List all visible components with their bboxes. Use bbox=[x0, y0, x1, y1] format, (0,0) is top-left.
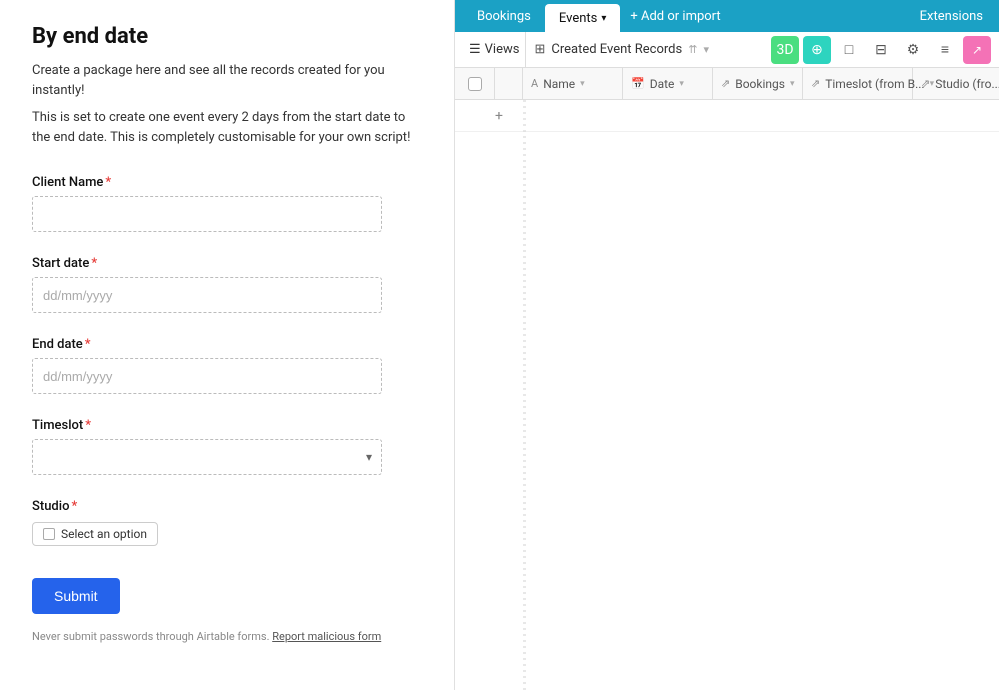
views-toolbar: ☰ Views ⊞ Created Event Records ⇈ ▾ 3D ⊕… bbox=[455, 32, 999, 68]
submit-button[interactable]: Submit bbox=[32, 578, 120, 614]
column-header-timeslot[interactable]: ⇗ Timeslot (from B... ▾ bbox=[803, 68, 913, 99]
chevron-down-icon[interactable]: ▾ bbox=[703, 43, 709, 56]
gear-icon-button[interactable]: ⚙ bbox=[899, 36, 927, 64]
3d-view-icon-button[interactable]: 3D bbox=[771, 36, 799, 64]
column-header-studio[interactable]: ⇗ Studio (fro... ▾ bbox=[913, 68, 999, 99]
start-date-label: Start date* bbox=[32, 256, 422, 271]
end-date-group: End date* bbox=[32, 337, 422, 394]
lookup-field-icon: ⇗ bbox=[811, 77, 820, 90]
select-all-checkbox[interactable] bbox=[455, 68, 495, 99]
client-name-group: Client Name* bbox=[32, 175, 422, 232]
page-title: By end date bbox=[32, 24, 422, 49]
chart-icon-button[interactable]: ⊟ bbox=[867, 36, 895, 64]
start-date-group: Start date* bbox=[32, 256, 422, 313]
client-name-input[interactable] bbox=[32, 196, 382, 232]
studio-group: Studio* Select an option bbox=[32, 499, 422, 546]
timeslot-select-wrapper: ▾ bbox=[32, 439, 382, 475]
timeslot-label: Timeslot* bbox=[32, 418, 422, 433]
studio-select-option[interactable]: Select an option bbox=[32, 522, 158, 546]
share-icon[interactable]: ⇈ bbox=[688, 43, 697, 56]
column-header-date[interactable]: 📅 Date ▾ bbox=[623, 68, 713, 99]
toolbar-icons: 3D ⊕ □ ⊟ ⚙ ≡ ↗ bbox=[771, 36, 991, 64]
studio-label: Studio* bbox=[32, 499, 422, 514]
view-name[interactable]: Created Event Records bbox=[551, 42, 682, 57]
end-date-input[interactable] bbox=[32, 358, 382, 394]
timeslot-group: Timeslot* ▾ bbox=[32, 418, 422, 475]
views-button[interactable]: ☰ Views bbox=[463, 32, 526, 67]
share-external-icon-button[interactable]: ↗ bbox=[963, 36, 991, 64]
report-malicious-link[interactable]: Report malicious form bbox=[272, 630, 381, 643]
description-2: This is set to create one event every 2 … bbox=[32, 108, 422, 147]
row-area: + bbox=[455, 100, 999, 690]
top-tabs: Bookings Events ▾ + Add or import Extens… bbox=[455, 0, 999, 32]
client-name-label: Client Name* bbox=[32, 175, 422, 190]
gallery-view-icon-button[interactable]: □ bbox=[835, 36, 863, 64]
link-field-icon: ⇗ bbox=[721, 77, 730, 90]
chevron-down-icon: ▾ bbox=[580, 79, 585, 89]
lookup-field-icon-2: ⇗ bbox=[921, 77, 930, 90]
column-header-bookings[interactable]: ⇗ Bookings ▾ bbox=[713, 68, 803, 99]
checkbox-icon bbox=[468, 77, 482, 91]
filter-icon-button[interactable]: ⊕ bbox=[803, 36, 831, 64]
row-expand-icon bbox=[495, 68, 523, 99]
dotted-divider bbox=[523, 100, 526, 690]
chevron-down-icon: ▾ bbox=[790, 79, 795, 89]
tab-events[interactable]: Events ▾ bbox=[545, 4, 621, 32]
column-header-name[interactable]: A Name ▾ bbox=[523, 68, 623, 99]
views-icon: ☰ bbox=[469, 42, 481, 57]
view-name-section: ⊞ Created Event Records ⇈ ▾ bbox=[534, 42, 709, 57]
tab-bookings[interactable]: Bookings bbox=[463, 0, 545, 32]
chevron-down-icon: ▾ bbox=[601, 13, 606, 24]
extensions-button[interactable]: Extensions bbox=[912, 9, 991, 24]
text-field-icon: A bbox=[531, 77, 538, 90]
chevron-down-icon: ▾ bbox=[679, 79, 684, 89]
start-date-input[interactable] bbox=[32, 277, 382, 313]
form-footer: Never submit passwords through Airtable … bbox=[32, 630, 422, 643]
grid-icon: ⊞ bbox=[534, 42, 545, 57]
timeslot-select[interactable] bbox=[32, 439, 382, 475]
column-headers: A Name ▾ 📅 Date ▾ ⇗ Bookings ▾ ⇗ Timeslo… bbox=[455, 68, 999, 100]
right-panel: Bookings Events ▾ + Add or import Extens… bbox=[455, 0, 999, 690]
date-field-icon: 📅 bbox=[631, 77, 645, 90]
list-icon-button[interactable]: ≡ bbox=[931, 36, 959, 64]
end-date-label: End date* bbox=[32, 337, 422, 352]
add-import-button[interactable]: + Add or import bbox=[620, 9, 730, 24]
description-1: Create a package here and see all the re… bbox=[32, 61, 422, 100]
add-row-button[interactable]: + bbox=[455, 100, 999, 132]
left-panel: By end date Create a package here and se… bbox=[0, 0, 455, 690]
